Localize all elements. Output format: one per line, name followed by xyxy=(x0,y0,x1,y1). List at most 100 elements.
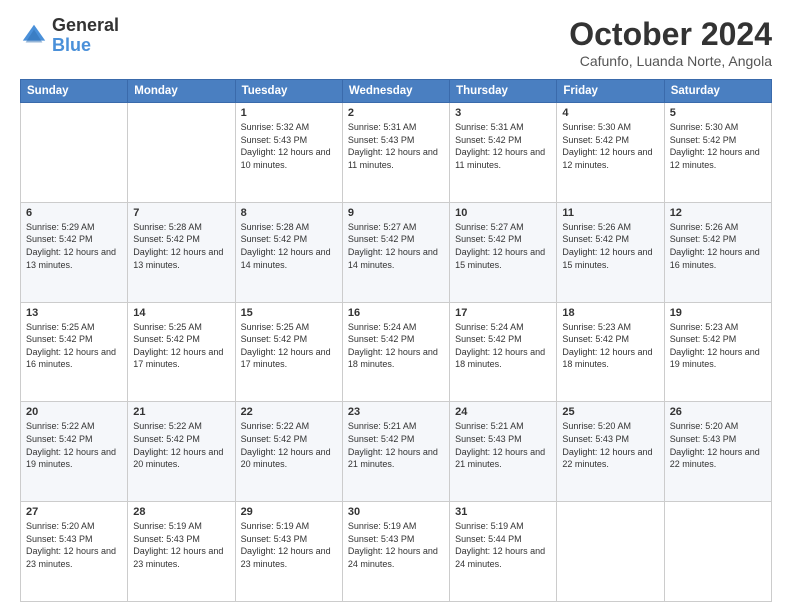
day-number: 1 xyxy=(241,107,337,119)
day-number: 31 xyxy=(455,506,551,518)
day-info: Sunrise: 5:19 AMSunset: 5:43 PMDaylight:… xyxy=(241,520,337,570)
page: General Blue October 2024 Cafunfo, Luand… xyxy=(0,0,792,612)
calendar-cell: 14Sunrise: 5:25 AMSunset: 5:42 PMDayligh… xyxy=(128,302,235,402)
calendar-cell: 19 Sunrise: 5:23 AMSunset: 5:42 PMDayligh… xyxy=(664,302,771,402)
header: General Blue October 2024 Cafunfo, Luand… xyxy=(20,16,772,69)
calendar-cell: 16Sunrise: 5:24 AMSunset: 5:42 PMDayligh… xyxy=(342,302,449,402)
day-number: 10 xyxy=(455,207,551,219)
day-info: Sunrise: 5:19 AMSunset: 5:43 PMDaylight:… xyxy=(133,520,229,570)
calendar-cell: 10 Sunrise: 5:27 AMSunset: 5:42 PMDayligh… xyxy=(450,202,557,302)
calendar-cell xyxy=(664,502,771,602)
calendar-cell: 26Sunrise: 5:20 AMSunset: 5:43 PMDayligh… xyxy=(664,402,771,502)
day-number: 8 xyxy=(241,207,337,219)
day-number: 7 xyxy=(133,207,229,219)
day-number: 11 xyxy=(562,207,658,219)
week-row-2: 6 Sunrise: 5:29 AMSunset: 5:42 PMDaylight… xyxy=(21,202,772,302)
day-info: Sunrise: 5:24 AMSunset: 5:42 PMDaylight:… xyxy=(348,321,444,371)
day-info: Sunrise: 5:21 AMSunset: 5:43 PMDaylight:… xyxy=(455,420,551,470)
title-block: October 2024 Cafunfo, Luanda Norte, Ango… xyxy=(569,16,772,69)
day-number: 22 xyxy=(241,406,337,418)
calendar-cell: 18 Sunrise: 5:23 AMSunset: 5:42 PMDayligh… xyxy=(557,302,664,402)
day-info: Sunrise: 5:20 AMSunset: 5:43 PMDaylight:… xyxy=(26,520,122,570)
weekday-header-monday: Monday xyxy=(128,80,235,103)
calendar-cell: 12 Sunrise: 5:26 AMSunset: 5:42 PMDayligh… xyxy=(664,202,771,302)
day-number: 25 xyxy=(562,406,658,418)
day-info: Sunrise: 5:22 AMSunset: 5:42 PMDaylight:… xyxy=(241,420,337,470)
logo-text: General Blue xyxy=(52,16,119,56)
calendar-cell: 23 Sunrise: 5:21 AMSunset: 5:42 PMDayligh… xyxy=(342,402,449,502)
week-row-4: 20 Sunrise: 5:22 AMSunset: 5:42 PMDayligh… xyxy=(21,402,772,502)
calendar-cell: 17 Sunrise: 5:24 AMSunset: 5:42 PMDayligh… xyxy=(450,302,557,402)
day-number: 17 xyxy=(455,307,551,319)
day-number: 3 xyxy=(455,107,551,119)
day-number: 18 xyxy=(562,307,658,319)
day-number: 20 xyxy=(26,406,122,418)
day-info: Sunrise: 5:23 AMSunset: 5:42 PMDaylight:… xyxy=(562,321,658,371)
weekday-header-saturday: Saturday xyxy=(664,80,771,103)
day-number: 19 xyxy=(670,307,766,319)
day-info: Sunrise: 5:30 AMSunset: 5:42 PMDaylight:… xyxy=(670,121,766,171)
weekday-header-thursday: Thursday xyxy=(450,80,557,103)
day-info: Sunrise: 5:28 AMSunset: 5:42 PMDaylight:… xyxy=(241,221,337,271)
calendar-table: SundayMondayTuesdayWednesdayThursdayFrid… xyxy=(20,79,772,602)
day-info: Sunrise: 5:27 AMSunset: 5:42 PMDaylight:… xyxy=(348,221,444,271)
weekday-header-wednesday: Wednesday xyxy=(342,80,449,103)
day-info: Sunrise: 5:24 AMSunset: 5:42 PMDaylight:… xyxy=(455,321,551,371)
calendar-cell: 20 Sunrise: 5:22 AMSunset: 5:42 PMDayligh… xyxy=(21,402,128,502)
day-number: 12 xyxy=(670,207,766,219)
day-info: Sunrise: 5:25 AMSunset: 5:42 PMDaylight:… xyxy=(26,321,122,371)
calendar-cell xyxy=(128,103,235,203)
calendar-cell: 31 Sunrise: 5:19 AMSunset: 5:44 PMDayligh… xyxy=(450,502,557,602)
calendar-cell: 21 Sunrise: 5:22 AMSunset: 5:42 PMDayligh… xyxy=(128,402,235,502)
day-info: Sunrise: 5:32 AMSunset: 5:43 PMDaylight:… xyxy=(241,121,337,171)
day-info: Sunrise: 5:29 AMSunset: 5:42 PMDaylight:… xyxy=(26,221,122,271)
day-info: Sunrise: 5:22 AMSunset: 5:42 PMDaylight:… xyxy=(133,420,229,470)
day-info: Sunrise: 5:31 AMSunset: 5:43 PMDaylight:… xyxy=(348,121,444,171)
calendar-cell: 9 Sunrise: 5:27 AMSunset: 5:42 PMDaylight… xyxy=(342,202,449,302)
calendar-cell: 30Sunrise: 5:19 AMSunset: 5:43 PMDayligh… xyxy=(342,502,449,602)
day-number: 29 xyxy=(241,506,337,518)
calendar-cell: 28 Sunrise: 5:19 AMSunset: 5:43 PMDayligh… xyxy=(128,502,235,602)
day-number: 4 xyxy=(562,107,658,119)
day-number: 28 xyxy=(133,506,229,518)
calendar-cell: 24Sunrise: 5:21 AMSunset: 5:43 PMDayligh… xyxy=(450,402,557,502)
day-number: 30 xyxy=(348,506,444,518)
calendar-cell xyxy=(557,502,664,602)
day-info: Sunrise: 5:22 AMSunset: 5:42 PMDaylight:… xyxy=(26,420,122,470)
calendar-cell: 15Sunrise: 5:25 AMSunset: 5:42 PMDayligh… xyxy=(235,302,342,402)
weekday-header-friday: Friday xyxy=(557,80,664,103)
day-info: Sunrise: 5:23 AMSunset: 5:42 PMDaylight:… xyxy=(670,321,766,371)
day-info: Sunrise: 5:27 AMSunset: 5:42 PMDaylight:… xyxy=(455,221,551,271)
calendar-cell: 4 Sunrise: 5:30 AMSunset: 5:42 PMDaylight… xyxy=(557,103,664,203)
calendar-cell: 7Sunrise: 5:28 AMSunset: 5:42 PMDaylight… xyxy=(128,202,235,302)
calendar-cell: 29 Sunrise: 5:19 AMSunset: 5:43 PMDayligh… xyxy=(235,502,342,602)
logo-icon xyxy=(20,22,48,50)
day-info: Sunrise: 5:26 AMSunset: 5:42 PMDaylight:… xyxy=(670,221,766,271)
day-number: 27 xyxy=(26,506,122,518)
week-row-1: 1 Sunrise: 5:32 AMSunset: 5:43 PMDaylight… xyxy=(21,103,772,203)
logo-blue-text: Blue xyxy=(52,35,91,55)
day-info: Sunrise: 5:20 AMSunset: 5:43 PMDaylight:… xyxy=(670,420,766,470)
weekday-header-sunday: Sunday xyxy=(21,80,128,103)
week-row-5: 27 Sunrise: 5:20 AMSunset: 5:43 PMDayligh… xyxy=(21,502,772,602)
week-row-3: 13Sunrise: 5:25 AMSunset: 5:42 PMDayligh… xyxy=(21,302,772,402)
day-number: 2 xyxy=(348,107,444,119)
day-number: 23 xyxy=(348,406,444,418)
calendar-cell: 2 Sunrise: 5:31 AMSunset: 5:43 PMDaylight… xyxy=(342,103,449,203)
location: Cafunfo, Luanda Norte, Angola xyxy=(569,53,772,69)
calendar-cell: 13Sunrise: 5:25 AMSunset: 5:42 PMDayligh… xyxy=(21,302,128,402)
calendar-cell: 5Sunrise: 5:30 AMSunset: 5:42 PMDaylight… xyxy=(664,103,771,203)
day-number: 9 xyxy=(348,207,444,219)
calendar-cell: 6 Sunrise: 5:29 AMSunset: 5:42 PMDaylight… xyxy=(21,202,128,302)
day-number: 15 xyxy=(241,307,337,319)
calendar-cell: 3Sunrise: 5:31 AMSunset: 5:42 PMDaylight… xyxy=(450,103,557,203)
day-info: Sunrise: 5:21 AMSunset: 5:42 PMDaylight:… xyxy=(348,420,444,470)
calendar-cell xyxy=(21,103,128,203)
day-number: 21 xyxy=(133,406,229,418)
day-number: 6 xyxy=(26,207,122,219)
day-info: Sunrise: 5:30 AMSunset: 5:42 PMDaylight:… xyxy=(562,121,658,171)
calendar-cell: 22 Sunrise: 5:22 AMSunset: 5:42 PMDayligh… xyxy=(235,402,342,502)
month-title: October 2024 xyxy=(569,16,772,53)
day-info: Sunrise: 5:19 AMSunset: 5:44 PMDaylight:… xyxy=(455,520,551,570)
calendar-cell: 11Sunrise: 5:26 AMSunset: 5:42 PMDayligh… xyxy=(557,202,664,302)
